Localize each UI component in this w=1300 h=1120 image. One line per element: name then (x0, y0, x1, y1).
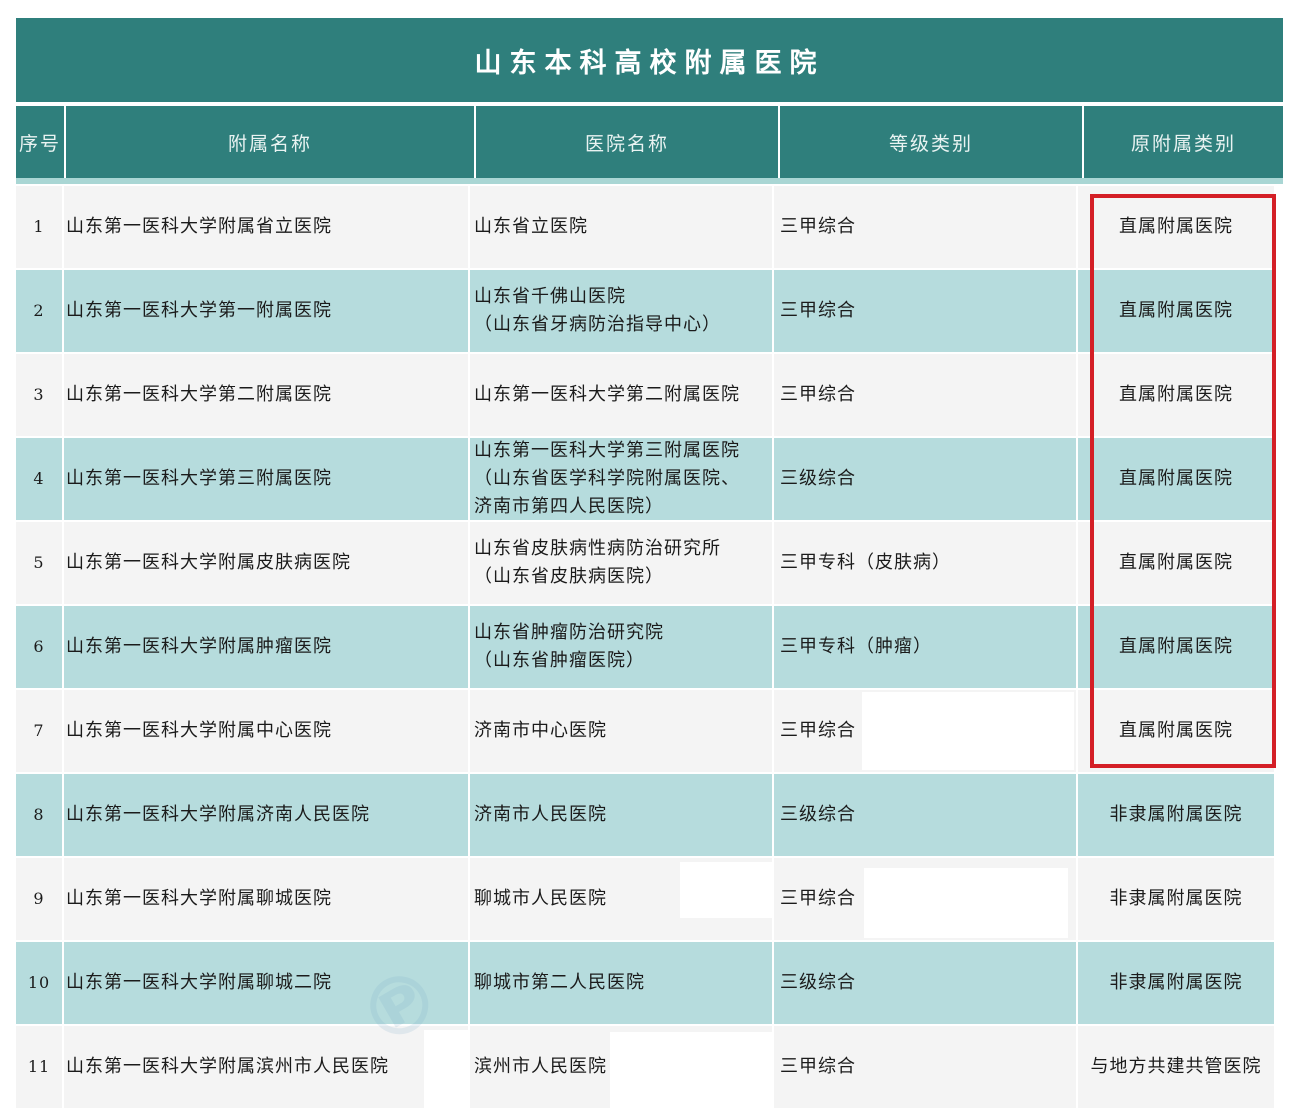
grade-category: 三甲综合 (774, 1026, 1078, 1110)
hospital-name-line: 山东省千佛山医院 (474, 286, 626, 307)
hospital-name: 聊城市第二人民医院 (470, 942, 774, 1026)
table-row: 7 山东第一医科大学附属中心医院 济南市中心医院 三甲综合 直属附属医院 (16, 690, 1276, 774)
row-index: 8 (16, 774, 64, 858)
header-index: 序号 (16, 106, 66, 178)
hospital-name-line: 山东第一医科大学第三附属医院 (474, 440, 740, 461)
hospital-name-line: （山东省皮肤病医院） (474, 566, 664, 587)
hospital-name-line: 济南市中心医院 (474, 720, 607, 741)
grade-category: 三级综合 (774, 942, 1078, 1026)
table-title-banner: 山东本科高校附属医院 (16, 18, 1283, 102)
affiliate-name: 山东第一医科大学附属省立医院 (64, 186, 470, 270)
grade-category: 三甲专科（皮肤病） (774, 522, 1078, 606)
grade-category: 三甲综合 (774, 354, 1078, 438)
row-index: 7 (16, 690, 64, 774)
redaction-block (610, 1032, 772, 1112)
affiliate-name: 山东第一医科大学第三附属医院 (64, 438, 470, 522)
header-grade: 等级类别 (780, 106, 1084, 178)
grade-category: 三甲综合 (774, 186, 1078, 270)
redaction-block (862, 692, 1074, 770)
table-row: 10 山东第一医科大学附属聊城二院 聊城市第二人民医院 三级综合 非隶属附属医院 (16, 942, 1276, 1026)
grade-category: 三甲综合 (774, 270, 1078, 354)
original-affiliation-type: 非隶属附属医院 (1078, 858, 1276, 942)
table-row: 8 山东第一医科大学附属济南人民医院 济南市人民医院 三级综合 非隶属附属医院 (16, 774, 1276, 858)
row-index: 9 (16, 858, 64, 942)
header-underline (16, 178, 1283, 184)
row-index: 11 (16, 1026, 64, 1110)
table-row: 5 山东第一医科大学附属皮肤病医院 山东省皮肤病性病防治研究所 （山东省皮肤病医院） 三… (16, 522, 1276, 606)
hospital-name-line: 聊城市人民医院 (474, 888, 607, 909)
hospital-name: 山东省立医院 (470, 186, 774, 270)
table-row: 2 山东第一医科大学第一附属医院 山东省千佛山医院 （山东省牙病防治指导中心） 三甲综合… (16, 270, 1276, 354)
hospital-name-line: 滨州市人民医院 (474, 1056, 607, 1077)
table-row: 9 山东第一医科大学附属聊城医院 聊城市人民医院 三甲综合 非隶属附属医院 (16, 858, 1276, 942)
redaction-block (680, 862, 772, 918)
original-affiliation-type: 与地方共建共管医院 (1078, 1026, 1276, 1110)
hospital-name-line: 济南市人民医院 (474, 804, 607, 825)
table-row: 6 山东第一医科大学附属肿瘤医院 山东省肿瘤防治研究院 （山东省肿瘤医院） 三甲专科（肿… (16, 606, 1276, 690)
row-index: 1 (16, 186, 64, 270)
hospital-name-line: （山东省医学科学院附属医院、 (474, 468, 740, 489)
hospital-name-line: 山东省肿瘤防治研究院 (474, 622, 664, 643)
header-hospital-name: 医院名称 (476, 106, 780, 178)
header-original-type: 原附属类别 (1084, 106, 1283, 178)
original-affiliation-type: 非隶属附属医院 (1078, 942, 1276, 1026)
affiliate-name: 山东第一医科大学附属中心医院 (64, 690, 470, 774)
original-affiliation-type: 非隶属附属医院 (1078, 774, 1276, 858)
affiliate-name: 山东第一医科大学附属肿瘤医院 (64, 606, 470, 690)
affiliate-name: 山东第一医科大学附属济南人民医院 (64, 774, 470, 858)
hospital-name-line: 山东省皮肤病性病防治研究所 (474, 538, 721, 559)
row-index: 4 (16, 438, 64, 522)
table-row: 3 山东第一医科大学第二附属医院 山东第一医科大学第二附属医院 三甲综合 直属附属医院 (16, 354, 1276, 438)
affiliate-name: 山东第一医科大学第二附属医院 (64, 354, 470, 438)
redaction-block (424, 1030, 468, 1110)
affiliate-name: 山东第一医科大学第一附属医院 (64, 270, 470, 354)
hospital-name: 山东省肿瘤防治研究院 （山东省肿瘤医院） (470, 606, 774, 690)
table-row: 4 山东第一医科大学第三附属医院 山东第一医科大学第三附属医院 （山东省医学科学院附属… (16, 438, 1276, 522)
hospital-name-line: （山东省牙病防治指导中心） (474, 314, 721, 335)
redaction-block (864, 868, 1068, 938)
hospital-name: 济南市中心医院 (470, 690, 774, 774)
hospital-name: 山东省皮肤病性病防治研究所 （山东省皮肤病医院） (470, 522, 774, 606)
table-row: 1 山东第一医科大学附属省立医院 山东省立医院 三甲综合 直属附属医院 (16, 186, 1276, 270)
hospital-name-line: 山东第一医科大学第二附属医院 (474, 384, 740, 405)
header-affiliate-name: 附属名称 (66, 106, 476, 178)
row-index: 2 (16, 270, 64, 354)
hospital-name: 山东省千佛山医院 （山东省牙病防治指导中心） (470, 270, 774, 354)
hospital-name-line: 济南市第四人民医院） (474, 496, 664, 517)
hospital-name: 济南市人民医院 (470, 774, 774, 858)
hospital-name-line: 山东省立医院 (474, 216, 588, 237)
row-index: 10 (16, 942, 64, 1026)
grade-category: 三甲专科（肿瘤） (774, 606, 1078, 690)
affiliate-name: 山东第一医科大学附属皮肤病医院 (64, 522, 470, 606)
hospital-name-line: 聊城市第二人民医院 (474, 972, 645, 993)
row-index: 5 (16, 522, 64, 606)
row-index: 6 (16, 606, 64, 690)
grade-category: 三级综合 (774, 774, 1078, 858)
hospital-name: 山东第一医科大学第三附属医院 （山东省医学科学院附属医院、 济南市第四人民医院） (470, 438, 774, 522)
row-index: 3 (16, 354, 64, 438)
table-title: 山东本科高校附属医院 (474, 47, 825, 79)
hospital-name-line: （山东省肿瘤医院） (474, 650, 645, 671)
highlight-box (1090, 194, 1276, 768)
affiliate-name: 山东第一医科大学附属聊城医院 (64, 858, 470, 942)
grade-category: 三级综合 (774, 438, 1078, 522)
hospital-name: 山东第一医科大学第二附属医院 (470, 354, 774, 438)
